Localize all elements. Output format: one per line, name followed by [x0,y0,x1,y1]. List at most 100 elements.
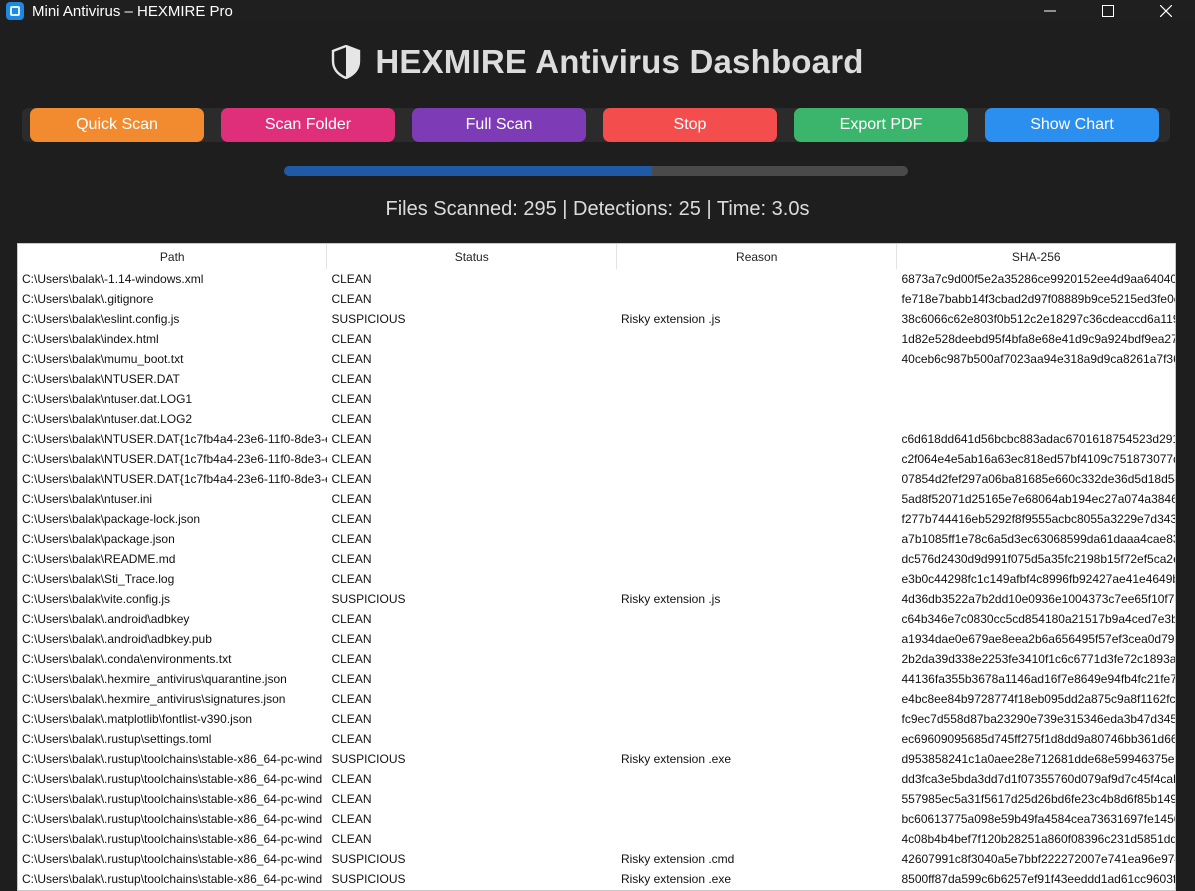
maximize-button[interactable] [1079,0,1137,22]
cell-path: C:\Users\balak\.hexmire_antivirus\quaran… [22,672,287,686]
table-row[interactable]: C:\Users\balak\vite.config.js SUSPICIOUS R… [18,589,1175,609]
table-row[interactable]: C:\Users\balak\.rustup\toolchains\stable… [18,869,1175,889]
table-row[interactable]: C:\Users\balak\.hexmire_antivirus\quaran… [18,669,1175,689]
column-header-status[interactable]: Status [327,244,617,269]
cell-sha256: 38c6066c62e803f0b512c2e18297c36cdeaccd6a… [901,312,1175,326]
cell-reason: Risky extension .js [620,592,721,606]
table-row[interactable]: C:\Users\balak\.hexmire_antivirus\signat… [18,689,1175,709]
cell-reason [617,469,898,489]
table-row[interactable]: C:\Users\balak\index.html CLEAN 1d82e528de… [18,329,1175,349]
table-row[interactable]: C:\Users\balak\package.json CLEAN a7b1085f… [18,529,1175,549]
cell-status: CLEAN [331,492,372,506]
table-row[interactable]: C:\Users\balak\NTUSER.DAT CLEAN [18,369,1175,389]
table-row[interactable]: C:\Users\balak\README.md CLEAN dc576d2430d… [18,549,1175,569]
cell-status: CLEAN [331,572,372,586]
minimize-icon [1044,10,1056,12]
table-row[interactable]: C:\Users\balak\NTUSER.DAT{1c7fb4a4-23e6-… [18,429,1175,449]
table-row[interactable]: C:\Users\balak\.rustup\toolchains\stable… [18,829,1175,849]
cell-sha256: e4bc8ee84b9728774f18eb095dd2a875c9a8f116… [901,692,1175,706]
minimize-button[interactable] [1021,0,1079,22]
table-row[interactable]: C:\Users\balak\Sti_Trace.log CLEAN e3b0c44… [18,569,1175,589]
table-row[interactable]: C:\Users\balak\.rustup\toolchains\stable… [18,769,1175,789]
cell-sha256: fe718e7babb14f3cbad2d97f08889b9ce5215ed3… [901,292,1175,306]
quick-scan-button[interactable]: Quick Scan [30,108,204,142]
cell-sha256: c2f064e4e5ab16a63ec818ed57bf4109c7518730… [901,452,1175,466]
column-header-path[interactable]: Path [18,244,328,269]
table-row[interactable]: C:\Users\balak\ntuser.ini CLEAN 5ad8f52071… [18,489,1175,509]
cell-status: CLEAN [331,832,372,846]
cell-reason: Risky extension .cmd [620,852,735,866]
table-row[interactable]: C:\Users\balak\package-lock.json CLEAN f27… [18,509,1175,529]
table-row[interactable]: C:\Users\balak\.rustup\toolchains\stable… [18,849,1175,869]
table-row[interactable]: C:\Users\balak\NTUSER.DAT{1c7fb4a4-23e6-… [18,469,1175,489]
table-row[interactable]: C:\Users\balak\.rustup\toolchains\stable… [18,789,1175,809]
cell-path: C:\Users\balak\Sti_Trace.log [22,572,175,586]
table-row[interactable]: C:\Users\balak\eslint.config.js SUSPICIOU… [18,309,1175,329]
table-row[interactable]: C:\Users\balak\.matplotlib\fontlist-v390… [18,709,1175,729]
table-row[interactable]: C:\Users\balak\ntuser.dat.LOG2 CLEAN [18,409,1175,429]
cell-status: SUSPICIOUS [331,312,406,326]
dashboard-header: HEXMIRE Antivirus Dashboard [0,40,1195,84]
table-row[interactable]: C:\Users\balak\.rustup\settings.toml CLEA… [18,729,1175,749]
cell-path: C:\Users\balak\index.html [22,332,159,346]
cell-reason [617,269,898,289]
show-chart-button[interactable]: Show Chart [985,108,1159,142]
window-title: Mini Antivirus – HEXMIRE Pro [32,2,233,20]
cell-sha256: 1d82e528deebd95f4bfa8e68e41d9c9a924bdf9e… [901,332,1175,346]
stop-button[interactable]: Stop [603,108,777,142]
table-row[interactable]: C:\Users\balak\-1.14-windows.xml CLEAN 687… [18,269,1175,289]
column-header-reason[interactable]: Reason [616,244,898,269]
cell-status: CLEAN [331,472,372,486]
table-row[interactable]: C:\Users\balak\.android\adbkey CLEAN c64b3… [18,609,1175,629]
column-header-sha256[interactable]: SHA-256 [897,244,1175,269]
cell-reason [617,789,898,809]
cell-sha256: bc60613775a098e59b49fa4584cea73631697fe1… [901,812,1175,826]
table-row[interactable]: C:\Users\balak\NTUSER.DAT{1c7fb4a4-23e6-… [18,449,1175,469]
cell-reason [617,409,898,429]
cell-status: CLEAN [331,672,372,686]
results-table[interactable]: Path Status Reason SHA-256 C:\Users\bala… [17,243,1176,891]
app-icon [6,2,24,20]
cell-path: C:\Users\balak\README.md [22,552,176,566]
cell-path: C:\Users\balak\ntuser.dat.LOG1 [22,392,193,406]
cell-reason [617,629,898,649]
close-icon [1160,5,1172,17]
cell-reason [617,769,898,789]
cell-status: CLEAN [331,332,372,346]
cell-path: C:\Users\balak\ntuser.dat.LOG2 [22,412,193,426]
cell-sha256: ec69609095685d745ff275f1d8dd9a80746bb361… [901,732,1175,746]
cell-path: C:\Users\balak\.conda\environments.txt [22,652,232,666]
close-button[interactable] [1137,0,1195,22]
shield-icon [332,45,361,79]
cell-reason: Risky extension .js [620,312,721,326]
cell-path: C:\Users\balak\.rustup\toolchains\stable… [22,812,323,826]
table-row[interactable]: C:\Users\balak\mumu_boot.txt CLEAN 40ceb6c… [18,349,1175,369]
cell-reason [617,669,898,689]
cell-path: C:\Users\balak\.rustup\toolchains\stable… [22,792,323,806]
cell-path: C:\Users\balak\.hexmire_antivirus\signat… [22,692,286,706]
cell-path: C:\Users\balak\NTUSER.DAT [22,372,180,386]
cell-reason [617,829,898,849]
table-row[interactable]: C:\Users\balak\.gitignore CLEAN fe718e7bab… [18,289,1175,309]
cell-reason [617,449,898,469]
export-pdf-button[interactable]: Export PDF [794,108,968,142]
full-scan-button[interactable]: Full Scan [412,108,586,142]
cell-sha256: 2b2da39d338e2253fe3410f1c6c6771d3fe72c18… [901,652,1175,666]
table-row[interactable]: C:\Users\balak\ntuser.dat.LOG1 CLEAN [18,389,1175,409]
cell-reason [617,509,898,529]
table-row[interactable]: C:\Users\balak\.rustup\toolchains\stable… [18,809,1175,829]
table-header: Path Status Reason SHA-256 [18,244,1175,269]
cell-reason [617,729,898,749]
cell-path: C:\Users\balak\vite.config.js [22,592,171,606]
cell-status: CLEAN [331,432,372,446]
cell-path: C:\Users\balak\.rustup\toolchains\stable… [22,832,323,846]
cell-status: CLEAN [331,392,372,406]
table-row[interactable]: C:\Users\balak\.android\adbkey.pub CLEAN a… [18,629,1175,649]
cell-status: CLEAN [331,512,372,526]
cell-reason: Risky extension .exe [620,752,732,766]
cell-sha256: dd3fca3e5bda3dd7d1f07355760d079af9d7c45f… [901,772,1175,786]
cell-path: C:\Users\balak\ntuser.ini [22,492,153,506]
scan-folder-button[interactable]: Scan Folder [221,108,395,142]
table-row[interactable]: C:\Users\balak\.rustup\toolchains\stable… [18,749,1175,769]
table-row[interactable]: C:\Users\balak\.conda\environments.txt CL… [18,649,1175,669]
